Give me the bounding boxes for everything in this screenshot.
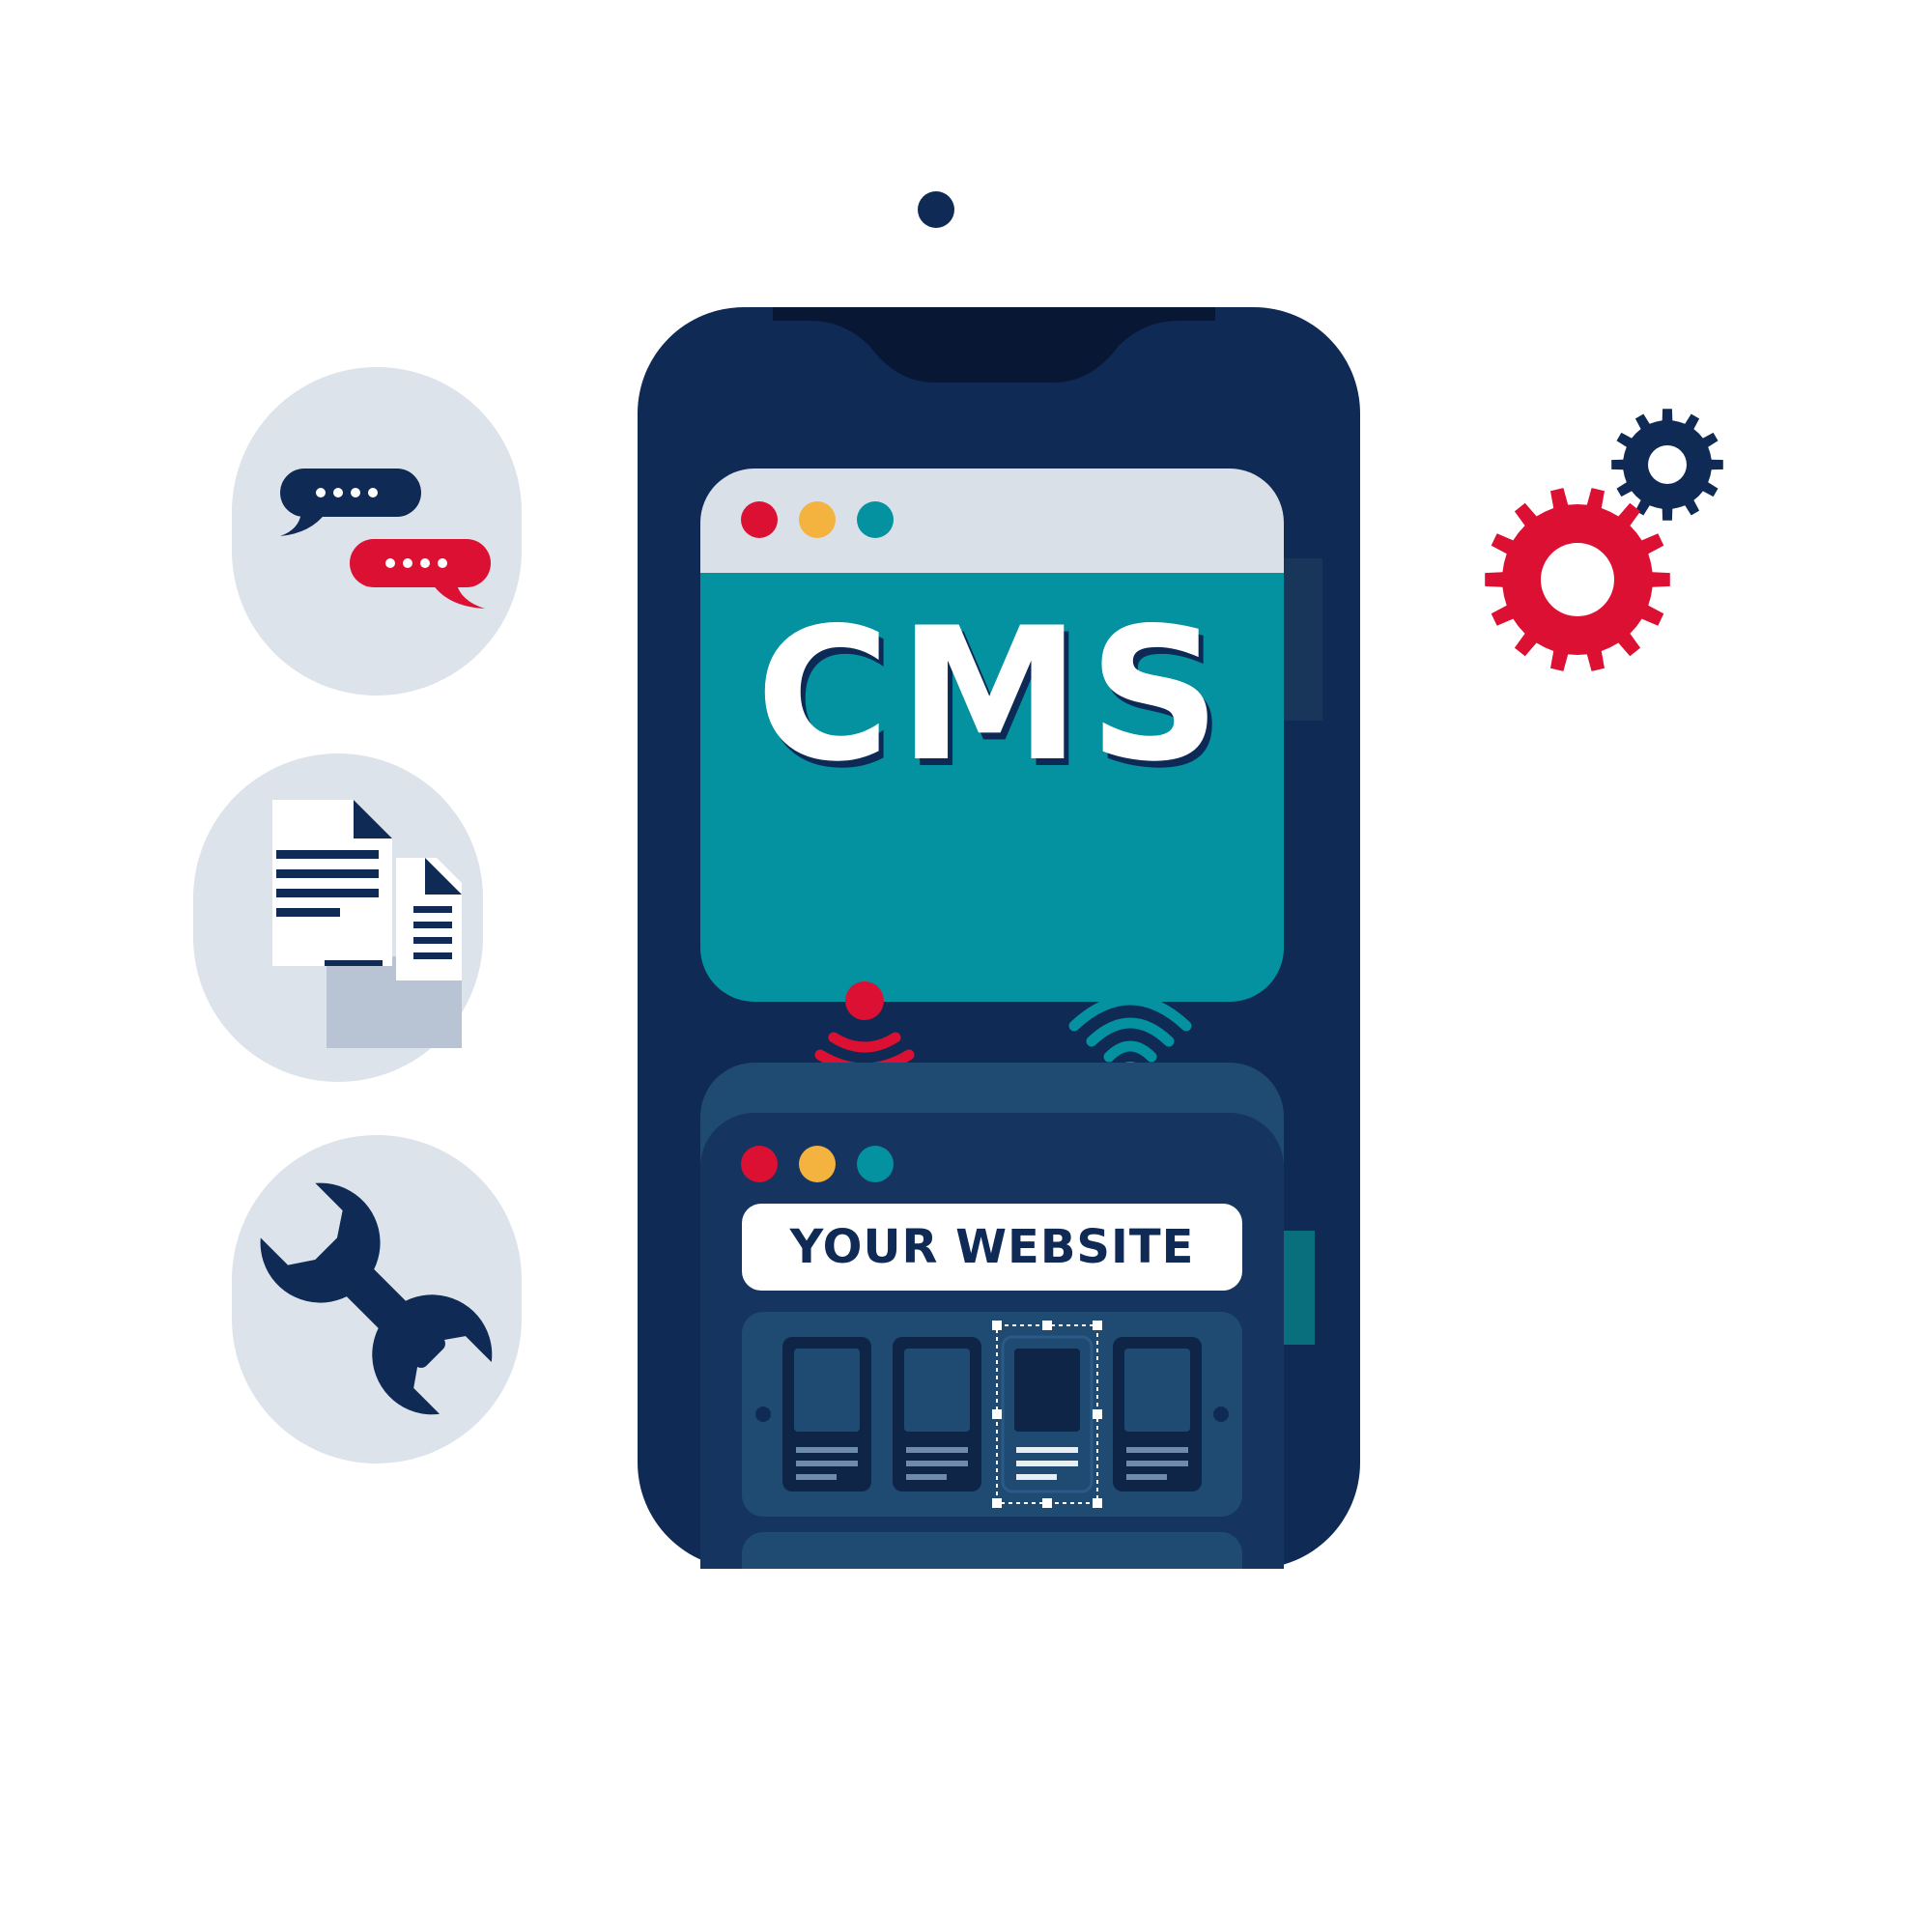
slide-text-line [1016, 1474, 1057, 1480]
chat-bubbles-icon [280, 469, 491, 609]
slide-text-line [1126, 1461, 1188, 1466]
slide-image [1124, 1349, 1190, 1432]
carousel-prev-dot[interactable] [755, 1406, 771, 1422]
selection-handle[interactable] [1042, 1321, 1052, 1330]
slide-text-line [1126, 1447, 1188, 1453]
close-dot [741, 1146, 778, 1182]
phone-notch [773, 307, 1215, 383]
minimize-dot [799, 1146, 836, 1182]
minimize-dot [799, 501, 836, 538]
selection-handle[interactable] [1093, 1409, 1102, 1419]
website-window: YOUR WEBSITE [700, 1063, 1284, 1569]
slide-text-line [796, 1474, 837, 1480]
selection-handle[interactable] [992, 1321, 1002, 1330]
website-footer-bar [742, 1532, 1242, 1569]
carousel-slides [755, 1321, 1229, 1508]
slide-text-line [906, 1447, 968, 1453]
slide-text-line [1016, 1447, 1078, 1453]
slide-text-line [796, 1447, 858, 1453]
camera-dot [918, 191, 954, 228]
close-dot [741, 501, 778, 538]
slide-carousel[interactable] [742, 1312, 1242, 1517]
slide-image [904, 1349, 970, 1432]
cms-window: CMS [700, 469, 1284, 1002]
cms-illustration: CMS YOUR WEBSITE [0, 0, 1932, 1932]
slide-image [1014, 1349, 1080, 1432]
gears-icon [1485, 409, 1723, 671]
slide-image [794, 1349, 860, 1432]
website-label-box: YOUR WEBSITE [742, 1204, 1242, 1291]
selection-handle[interactable] [992, 1498, 1002, 1508]
selection-handle[interactable] [992, 1409, 1002, 1419]
carousel-next-dot[interactable] [1213, 1406, 1229, 1422]
website-label: YOUR WEBSITE [789, 1220, 1195, 1274]
selection-handle[interactable] [1042, 1498, 1052, 1508]
maximize-dot [857, 501, 894, 538]
side-tab-upper [1284, 558, 1322, 721]
documents-icon [272, 800, 462, 1048]
tools-bubble-circle [232, 1135, 522, 1463]
slide-text-line [1126, 1474, 1167, 1480]
slide-text-line [906, 1474, 947, 1480]
maximize-dot [857, 1146, 894, 1182]
large-gear-icon [1485, 488, 1670, 671]
slide-text-line [1016, 1461, 1078, 1466]
small-gear-icon [1611, 409, 1723, 521]
documents-bubble-circle [193, 753, 483, 1082]
cms-window-titlebar [700, 469, 1284, 573]
slide-text-line [906, 1461, 968, 1466]
chat-bubble-circle [232, 367, 522, 696]
wrench-icon [260, 1182, 493, 1415]
cms-title: CMS [755, 588, 1229, 802]
selection-handle[interactable] [1093, 1498, 1102, 1508]
slide-text-line [796, 1461, 858, 1466]
selection-handle[interactable] [1093, 1321, 1102, 1330]
side-tab-lower [1284, 1231, 1315, 1345]
